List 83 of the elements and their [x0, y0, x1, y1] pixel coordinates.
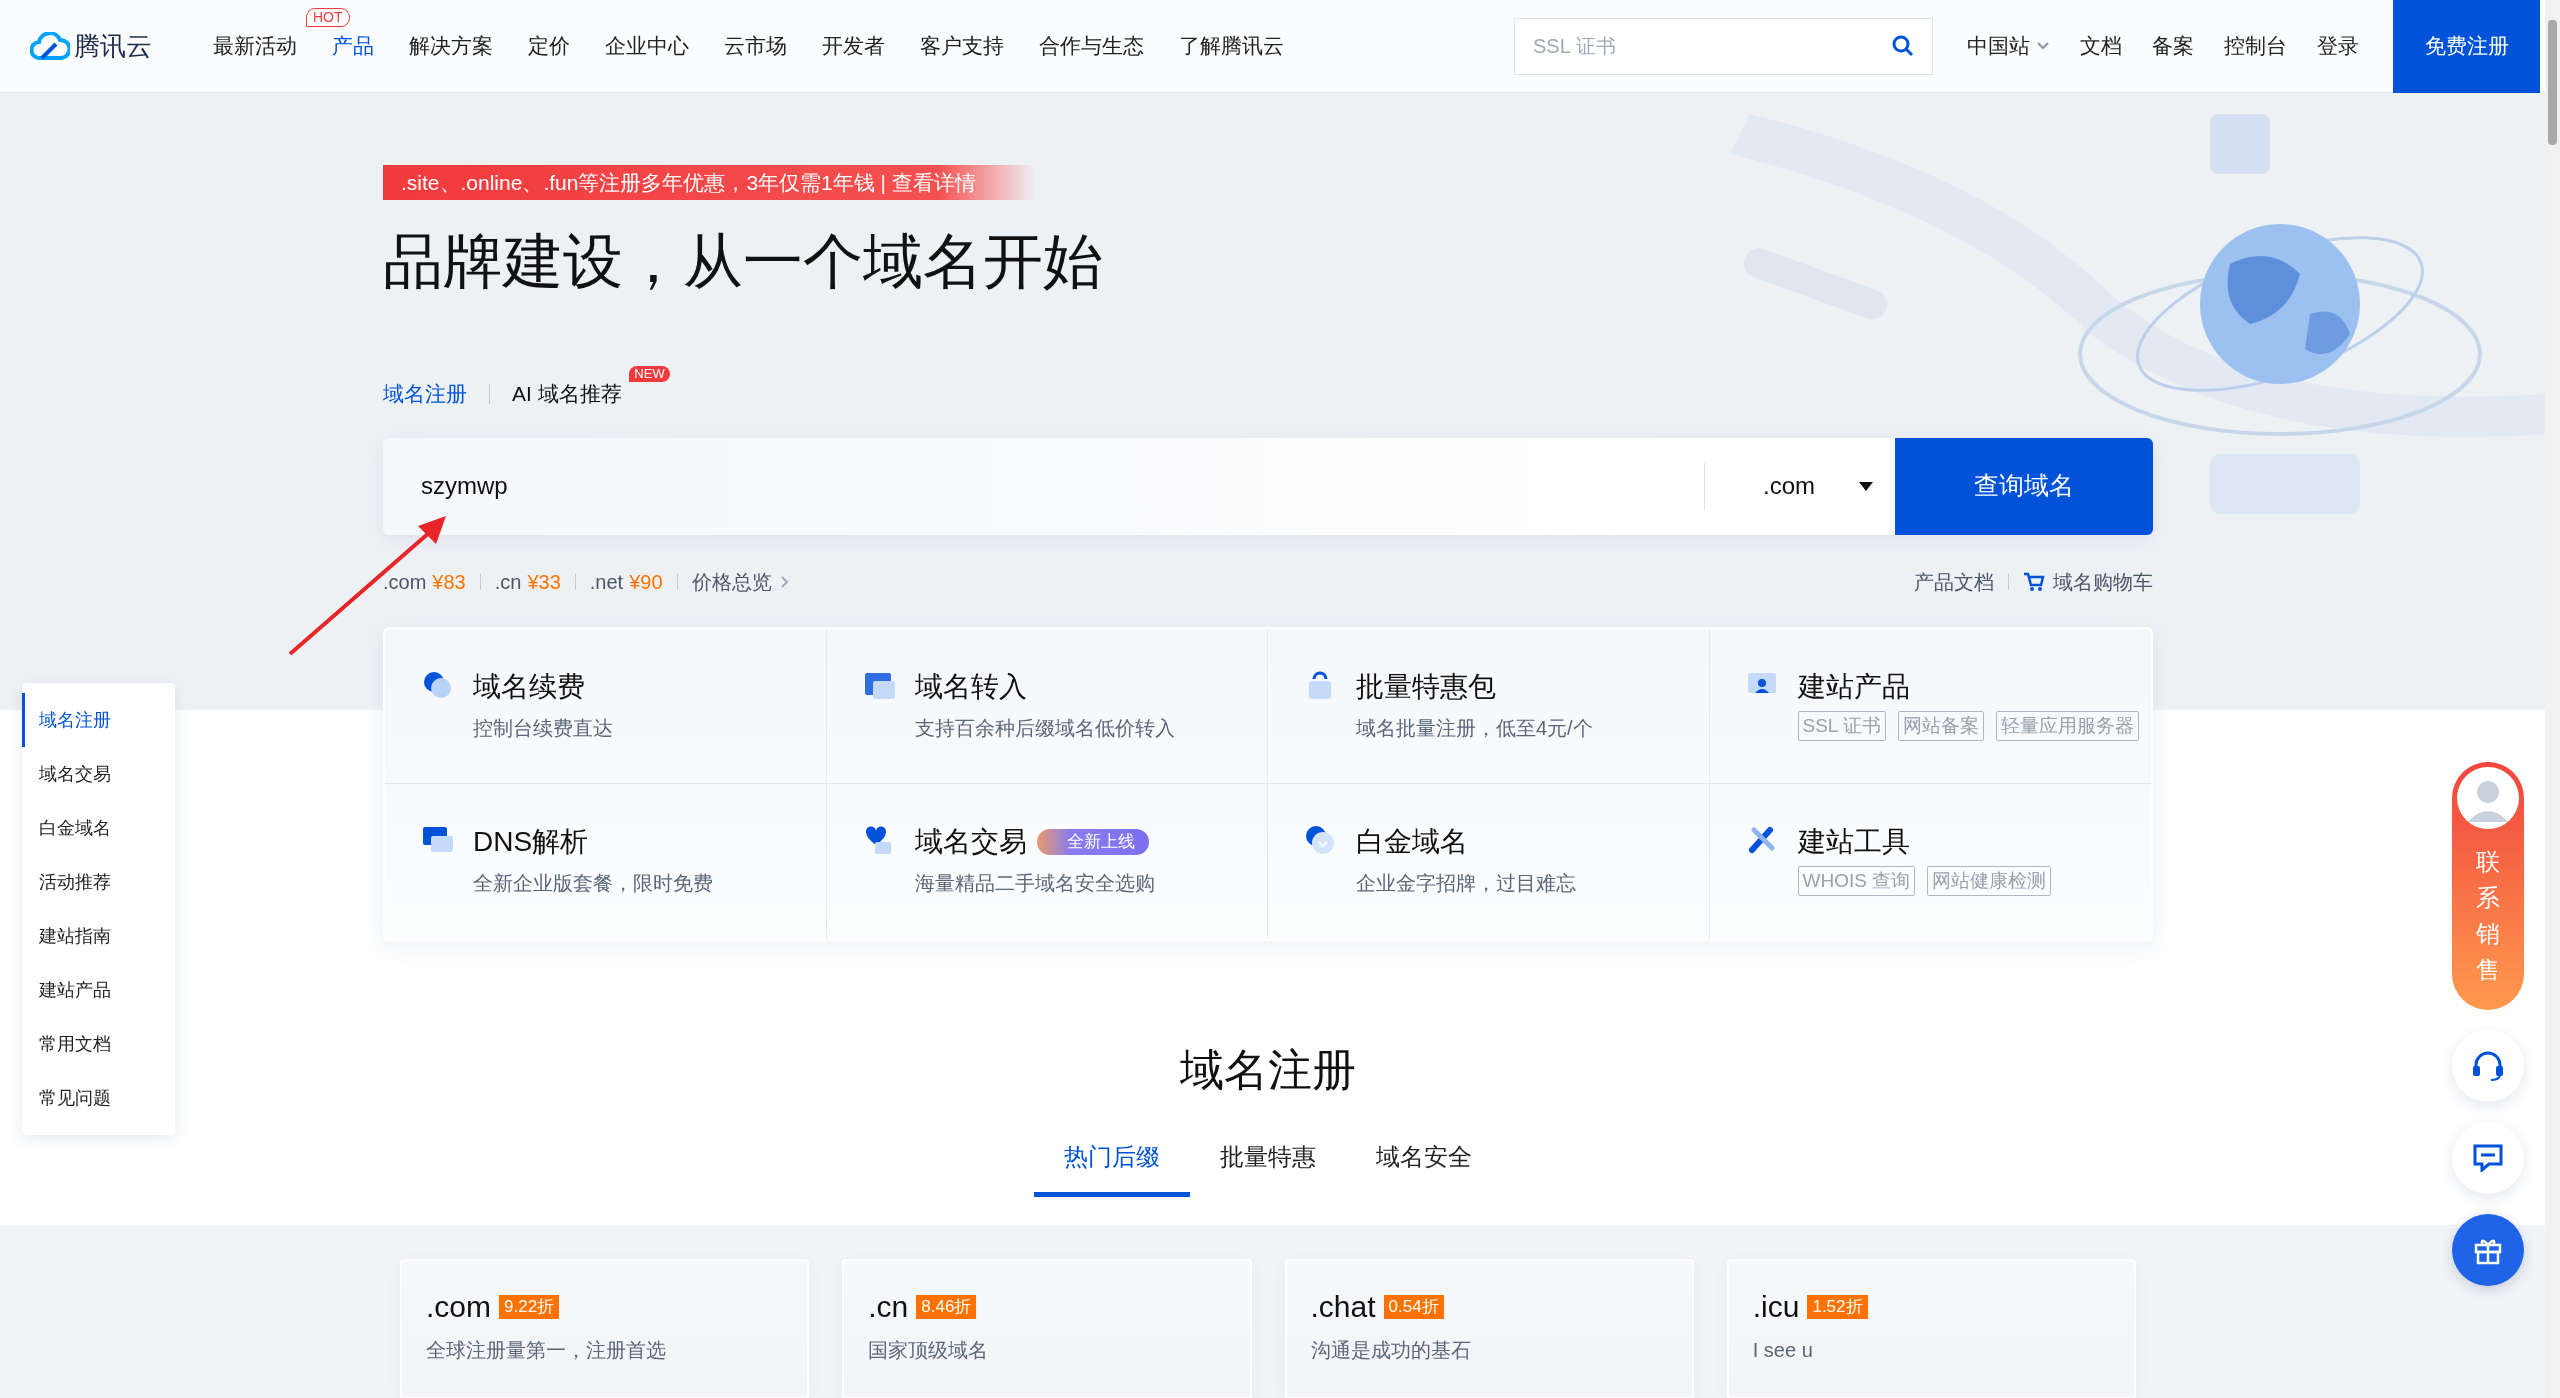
domain-description: I see u: [1752, 1337, 1814, 1363]
domain-suffix: .com: [426, 1288, 491, 1325]
new-release-badge: 全新上线: [1036, 828, 1149, 855]
hot-badge: HOT: [306, 8, 350, 28]
service-subtitle: 全新企业版套餐，限时免费: [473, 870, 713, 896]
section-tab[interactable]: 热门后缀: [1034, 1128, 1190, 1197]
nav-link[interactable]: 解决方案: [409, 34, 493, 58]
service-subtitle: 海量精品二手域名安全选购: [914, 870, 1155, 896]
new-badge: NEW: [629, 366, 670, 382]
service-subtitle: 支持百余种后缀域名低价转入: [914, 715, 1175, 741]
nav-link[interactable]: 开发者: [822, 34, 885, 58]
search-field[interactable]: SSL 证书: [1514, 17, 1933, 75]
discount-badge: 9.22折: [499, 1294, 560, 1319]
service-title[interactable]: 域名转入: [914, 668, 1027, 705]
domain-card[interactable]: .icu 1.52折 I see u: [1726, 1258, 2136, 1398]
sidebar-item[interactable]: 建站指南: [22, 909, 175, 963]
price-text: ¥90: [629, 569, 663, 595]
product-docs-link[interactable]: 产品文档: [1914, 566, 1994, 597]
nav-link[interactable]: 企业中心: [605, 34, 689, 58]
domain-description: 沟通是成功的基石: [1310, 1337, 1472, 1363]
domain-input[interactable]: szymwp: [383, 437, 1704, 535]
price-link[interactable]: .net ¥90: [589, 566, 663, 597]
price-text: ¥33: [527, 569, 561, 595]
sidebar-item[interactable]: 白金域名: [22, 801, 175, 855]
cart-link[interactable]: 域名购物车: [2023, 566, 2153, 597]
service-title[interactable]: 域名续费: [473, 668, 585, 705]
domain-card[interactable]: .com 9.22折 全球注册量第一，注册首选: [400, 1258, 810, 1398]
discount-badge: 8.46折: [916, 1294, 977, 1319]
sidebar-item[interactable]: 常用文档: [22, 1017, 175, 1071]
nav-link[interactable]: 客户支持: [920, 34, 1004, 58]
domain-description: 全球注册量第一，注册首选: [426, 1337, 667, 1363]
discount-badge: 0.54折: [1383, 1294, 1444, 1319]
sidebar-item[interactable]: 常见问题: [22, 1071, 175, 1125]
hero-title: 品牌建设，从一个域名开始: [383, 227, 1104, 297]
search-mode-tab[interactable]: 域名注册: [383, 382, 467, 405]
header-link[interactable]: 登录: [2317, 30, 2359, 62]
logo-text[interactable]: 腾讯云: [74, 26, 152, 66]
domain-suffix: .chat: [1310, 1288, 1376, 1325]
service-title[interactable]: 白金域名: [1356, 823, 1468, 860]
header-link[interactable]: 备案: [2152, 30, 2194, 62]
service-title[interactable]: 批量特惠包: [1356, 668, 1496, 705]
service-subtitle: 控制台续费直达: [473, 715, 613, 741]
sidebar-item[interactable]: 活动推荐: [22, 855, 175, 909]
suffix-text: .cn: [494, 569, 522, 595]
section-tab[interactable]: 域名安全: [1346, 1128, 1502, 1197]
sidebar-item[interactable]: 建站产品: [22, 963, 175, 1017]
domain-suffix: .cn: [868, 1288, 909, 1325]
nav-link[interactable]: 合作与生态: [1039, 34, 1144, 58]
suffix-text: .com: [383, 569, 427, 595]
sidebar-item[interactable]: 域名注册: [22, 693, 175, 747]
nav-link[interactable]: 最新活动: [213, 34, 297, 58]
service-title[interactable]: 建站工具: [1797, 823, 1910, 860]
region-selector[interactable]: 中国站: [1967, 30, 2050, 62]
service-title[interactable]: 建站产品: [1797, 668, 1910, 705]
service-title[interactable]: DNS解析: [473, 823, 589, 860]
header-link[interactable]: 文档: [2080, 30, 2122, 62]
service-title[interactable]: 域名交易: [914, 823, 1027, 860]
domain-card[interactable]: .cn 8.46折 国家顶级域名: [842, 1258, 1252, 1398]
nav-link[interactable]: 产品: [332, 34, 374, 58]
service-subtitle: 企业金字招牌，过目难忘: [1356, 870, 1576, 896]
header-link[interactable]: 控制台: [2224, 30, 2287, 62]
promo-banner[interactable]: .site、.online、.fun等注册多年优惠，3年仅需1年钱 | 查看详情: [383, 165, 1036, 200]
price-link[interactable]: .cn ¥33: [494, 566, 561, 597]
discount-badge: 1.52折: [1807, 1294, 1868, 1319]
price-text: ¥83: [432, 569, 466, 595]
search-domain-button[interactable]: 查询域名: [1895, 437, 2153, 535]
sidebar-item[interactable]: 域名交易: [22, 747, 175, 801]
domain-suffix: .icu: [1752, 1288, 1800, 1325]
service-subtitle: 域名批量注册，低至4元/个: [1356, 715, 1593, 741]
domain-card[interactable]: .chat 0.54折 沟通是成功的基石: [1284, 1258, 1694, 1398]
nav-link[interactable]: 了解腾讯云: [1179, 34, 1284, 58]
nav-link[interactable]: 定价: [528, 34, 570, 58]
link-text: 价格总览: [691, 569, 772, 595]
price-overview-link[interactable]: 价格总览: [691, 566, 790, 597]
register-button[interactable]: 免费注册: [2393, 0, 2540, 93]
price-link[interactable]: .com ¥83: [383, 566, 466, 597]
suffix-text: .net: [589, 569, 624, 595]
search-mode-tab[interactable]: AI 域名推荐: [512, 382, 622, 405]
domain-description: 国家顶级域名: [868, 1337, 990, 1363]
section-tab[interactable]: 批量特惠: [1190, 1128, 1346, 1197]
section-title: 域名注册: [1179, 1043, 1357, 1096]
suffix-dropdown[interactable]: .com: [1705, 437, 1895, 535]
nav-link[interactable]: 云市场: [724, 34, 787, 58]
